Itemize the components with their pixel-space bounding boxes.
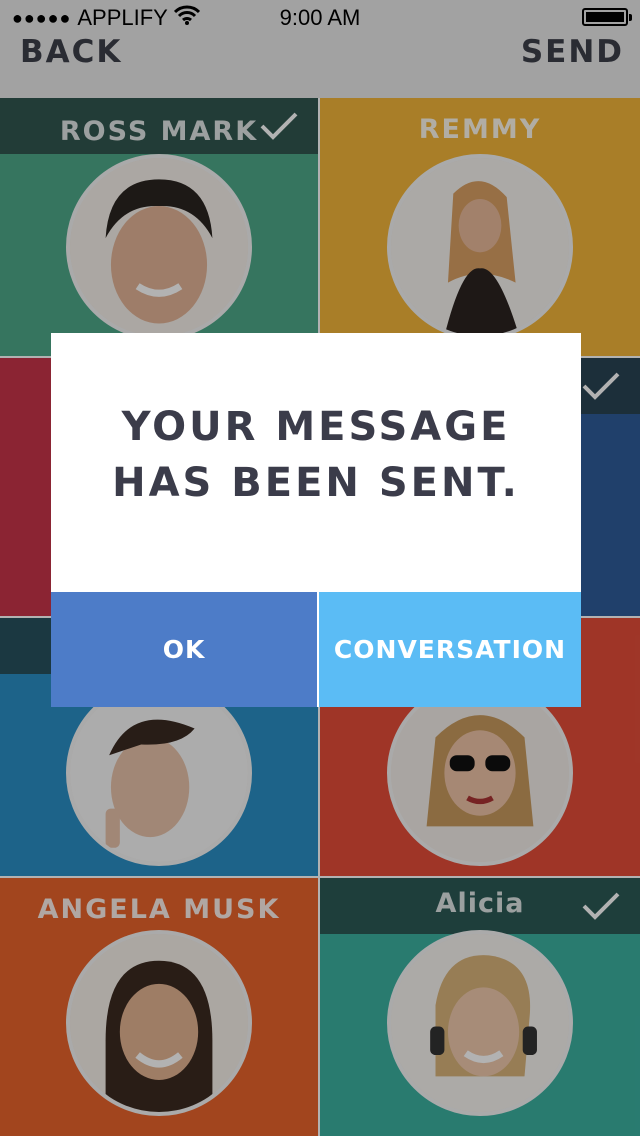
dialog-actions: OK CONVERSATION [51, 592, 581, 707]
avatar [66, 154, 252, 340]
contact-name: ANGELA MUSK [37, 894, 281, 925]
dialog-message-line-2: HAS BEEN SENT. [112, 460, 520, 506]
avatar [66, 680, 252, 866]
check-icon [582, 372, 620, 400]
avatar [387, 154, 573, 340]
back-button[interactable]: BACK [20, 32, 122, 72]
status-bar: ●●●●● APPLIFY 9:00 AM [0, 0, 640, 36]
avatar [387, 680, 573, 866]
contact-tile[interactable]: ANGELA MUSK [0, 878, 318, 1136]
contact-tile[interactable]: REMMY [320, 98, 640, 356]
conversation-button[interactable]: CONVERSATION [319, 592, 581, 707]
contact-tile[interactable]: Alicia [320, 878, 640, 1136]
check-icon [582, 892, 620, 920]
send-button[interactable]: SEND [521, 32, 624, 72]
avatar [66, 930, 252, 1116]
avatar [387, 930, 573, 1116]
dialog-message: YOUR MESSAGE HAS BEEN SENT. [51, 399, 581, 511]
dialog-message-line-1: YOUR MESSAGE [121, 404, 511, 450]
nav-header: BACK SEND [0, 34, 640, 98]
contact-name: REMMY [418, 114, 542, 145]
ok-button[interactable]: OK [51, 592, 317, 707]
message-sent-dialog: YOUR MESSAGE HAS BEEN SENT. OK CONVERSAT… [51, 333, 581, 707]
status-time: 9:00 AM [279, 5, 361, 30]
contact-tile[interactable]: ROSS MARK [0, 98, 318, 356]
check-icon [260, 112, 298, 140]
battery-icon [582, 8, 632, 26]
